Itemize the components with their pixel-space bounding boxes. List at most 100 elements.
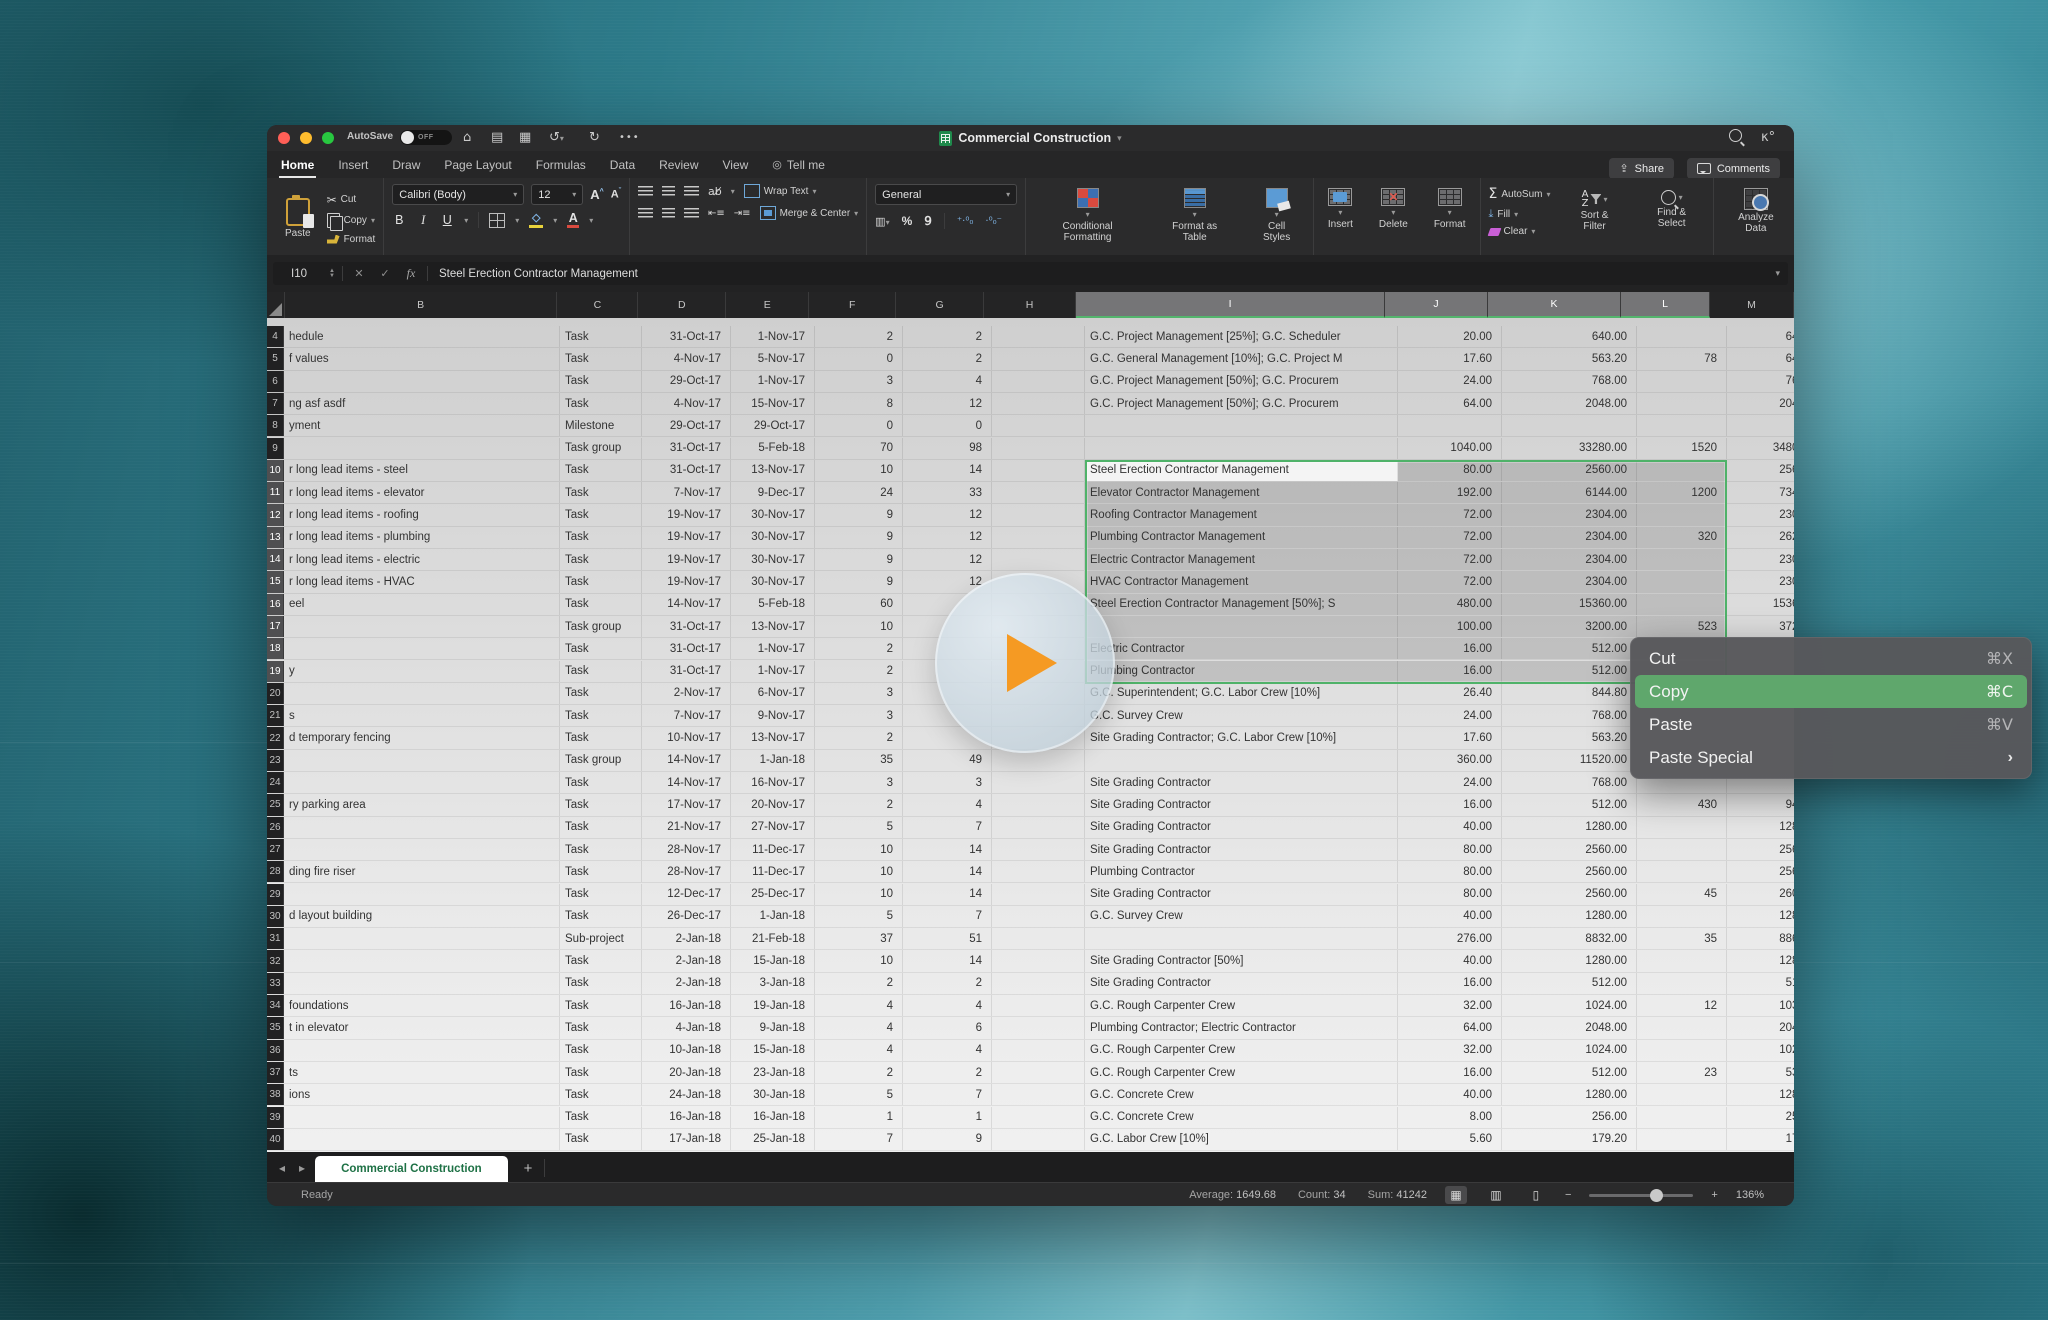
cell-H31[interactable]: [992, 928, 1085, 949]
cell-F28[interactable]: 10: [815, 861, 903, 882]
zoom-in-button[interactable]: +: [1711, 1189, 1717, 1201]
cell-L40[interactable]: [1637, 1129, 1727, 1150]
cell-B26[interactable]: [284, 817, 560, 838]
format-painter-button[interactable]: Format: [327, 234, 376, 245]
row-header-17[interactable]: 17: [267, 616, 284, 637]
row-header-12[interactable]: 12: [267, 504, 284, 525]
cell-J30[interactable]: 40.00: [1398, 906, 1502, 927]
cell-B36[interactable]: [284, 1040, 560, 1061]
column-header-M[interactable]: M: [1710, 292, 1794, 318]
cut-button[interactable]: ✂Cut: [327, 193, 376, 207]
align-center-icon[interactable]: [662, 208, 675, 219]
cell-I24[interactable]: Site Grading Contractor: [1085, 772, 1398, 793]
cell-G35[interactable]: 6: [903, 1017, 992, 1038]
ribbon-tab-data[interactable]: Data: [610, 158, 635, 172]
row-header-7[interactable]: 7: [267, 393, 284, 414]
cell-J11[interactable]: 192.00: [1398, 482, 1502, 503]
cell-J13[interactable]: 72.00: [1398, 527, 1502, 548]
cell-K8[interactable]: [1502, 415, 1637, 436]
cell-L37[interactable]: 23: [1637, 1062, 1727, 1083]
cell-F20[interactable]: 3: [815, 683, 903, 704]
cell-B23[interactable]: [284, 750, 560, 771]
cell-I17[interactable]: [1085, 616, 1398, 637]
cell-E6[interactable]: 1-Nov-17: [731, 371, 815, 392]
find-select-button[interactable]: ▾ Find & Select: [1639, 184, 1705, 253]
cell-G28[interactable]: 14: [903, 861, 992, 882]
cell-C32[interactable]: Task: [560, 950, 642, 971]
cell-H39[interactable]: [992, 1107, 1085, 1128]
row-header-40[interactable]: 40: [267, 1129, 284, 1150]
cell-F4[interactable]: 2: [815, 326, 903, 347]
row-header-18[interactable]: 18: [267, 638, 284, 659]
row-header-37[interactable]: 37: [267, 1062, 284, 1083]
cell-I40[interactable]: G.C. Labor Crew [10%]: [1085, 1129, 1398, 1150]
cell-L7[interactable]: [1637, 393, 1727, 414]
cell-K30[interactable]: 1280.00: [1502, 906, 1637, 927]
cell-C17[interactable]: Task group: [560, 616, 642, 637]
column-header-D[interactable]: D: [638, 292, 726, 318]
cell-L30[interactable]: [1637, 906, 1727, 927]
cell-K26[interactable]: 1280.00: [1502, 817, 1637, 838]
cell-G31[interactable]: 51: [903, 928, 992, 949]
row-header-19[interactable]: 19: [267, 661, 284, 682]
row-header-4[interactable]: 4: [267, 326, 284, 347]
cell-H40[interactable]: [992, 1129, 1085, 1150]
cell-H11[interactable]: [992, 482, 1085, 503]
italic-button[interactable]: I: [416, 213, 430, 228]
decrease-decimal-icon[interactable]: ·⁰₀⁻: [985, 216, 1001, 227]
cell-B38[interactable]: ions: [284, 1084, 560, 1105]
cell-K7[interactable]: 2048.00: [1502, 393, 1637, 414]
accounting-format-icon[interactable]: ▥▾: [875, 215, 889, 228]
clear-button[interactable]: Clear▾: [1489, 226, 1551, 237]
cell-J22[interactable]: 17.60: [1398, 727, 1502, 748]
cell-C34[interactable]: Task: [560, 995, 642, 1016]
cell-D11[interactable]: 7-Nov-17: [642, 482, 731, 503]
cell-D16[interactable]: 14-Nov-17: [642, 594, 731, 615]
cell-E21[interactable]: 9-Nov-17: [731, 705, 815, 726]
cell-G23[interactable]: 49: [903, 750, 992, 771]
cell-B25[interactable]: ry parking area: [284, 794, 560, 815]
prev-sheet-arrow-icon[interactable]: ◂: [279, 1161, 285, 1175]
cell-D24[interactable]: 14-Nov-17: [642, 772, 731, 793]
cell-C18[interactable]: Task: [560, 638, 642, 659]
cell-F33[interactable]: 2: [815, 973, 903, 994]
cell-I33[interactable]: Site Grading Contractor: [1085, 973, 1398, 994]
cell-I16[interactable]: Steel Erection Contractor Management [50…: [1085, 594, 1398, 615]
cell-L11[interactable]: 1200: [1637, 482, 1727, 503]
cell-L31[interactable]: 35: [1637, 928, 1727, 949]
cell-E33[interactable]: 3-Jan-18: [731, 973, 815, 994]
cell-E22[interactable]: 13-Nov-17: [731, 727, 815, 748]
cell-G32[interactable]: 14: [903, 950, 992, 971]
row-header-30[interactable]: 30: [267, 906, 284, 927]
ribbon-tab-tell-me[interactable]: ◎Tell me: [772, 158, 825, 172]
cell-D19[interactable]: 31-Oct-17: [642, 661, 731, 682]
cell-C12[interactable]: Task: [560, 504, 642, 525]
cell-K24[interactable]: 768.00: [1502, 772, 1637, 793]
cell-B35[interactable]: t in elevator: [284, 1017, 560, 1038]
cell-F9[interactable]: 70: [815, 438, 903, 459]
cell-I6[interactable]: G.C. Project Management [50%]; G.C. Proc…: [1085, 371, 1398, 392]
cell-C8[interactable]: Milestone: [560, 415, 642, 436]
row-header-35[interactable]: 35: [267, 1017, 284, 1038]
cell-L39[interactable]: [1637, 1107, 1727, 1128]
cell-M8[interactable]: [1727, 415, 1794, 436]
comma-style-icon[interactable]: 𝟫: [924, 214, 932, 228]
cell-E29[interactable]: 25-Dec-17: [731, 884, 815, 905]
cell-G11[interactable]: 33: [903, 482, 992, 503]
cell-F30[interactable]: 5: [815, 906, 903, 927]
row-header-25[interactable]: 25: [267, 794, 284, 815]
cell-J38[interactable]: 40.00: [1398, 1084, 1502, 1105]
cell-E23[interactable]: 1-Jan-18: [731, 750, 815, 771]
cell-I10[interactable]: Steel Erection Contractor Management: [1085, 460, 1398, 481]
cell-G30[interactable]: 7: [903, 906, 992, 927]
cell-C31[interactable]: Sub-project: [560, 928, 642, 949]
cell-L16[interactable]: [1637, 594, 1727, 615]
cell-K31[interactable]: 8832.00: [1502, 928, 1637, 949]
row-header-21[interactable]: 21: [267, 705, 284, 726]
cell-J40[interactable]: 5.60: [1398, 1129, 1502, 1150]
cell-C14[interactable]: Task: [560, 549, 642, 570]
cell-C10[interactable]: Task: [560, 460, 642, 481]
ribbon-tab-review[interactable]: Review: [659, 158, 698, 172]
cell-I11[interactable]: Elevator Contractor Management: [1085, 482, 1398, 503]
cell-H6[interactable]: [992, 371, 1085, 392]
